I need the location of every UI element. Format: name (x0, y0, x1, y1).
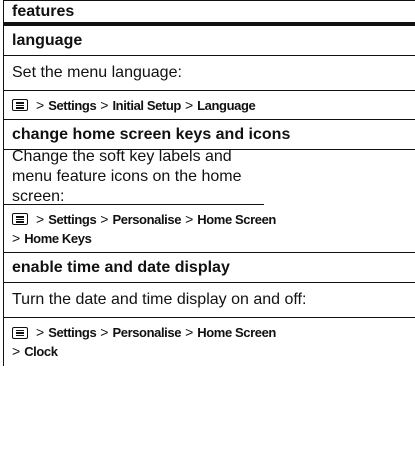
menu-key-icon (12, 213, 28, 225)
table-header-title: features (12, 2, 75, 20)
path-separator: > (184, 96, 194, 113)
features-table: features language Set the menu language:… (3, 0, 415, 366)
path-step: Language (197, 97, 256, 113)
path-separator: > (185, 324, 194, 340)
path-separator: > (36, 324, 45, 340)
path-separator: > (100, 324, 109, 340)
path-separator: > (185, 210, 194, 227)
path-separator: > (36, 96, 45, 113)
path-step: Personalise (112, 325, 182, 340)
path-step: Settings (48, 97, 97, 113)
feature-description: Change the soft key labels and menu feat… (12, 148, 242, 205)
feature-title-row: change home screen keys and icons (4, 120, 415, 150)
feature-description-row: Change the soft key labels and menu feat… (4, 148, 264, 205)
table-header: features (4, 0, 415, 26)
path-step: Home Screen (197, 325, 276, 340)
path-separator: > (12, 229, 21, 246)
feature-path-row: > Settings > Personalise > Home Screen >… (4, 205, 415, 253)
feature-title: language (12, 31, 83, 49)
path-step: Personalise (112, 211, 182, 227)
path-step: Home Keys (24, 230, 92, 246)
path-separator: > (100, 210, 109, 227)
menu-key-icon (12, 99, 28, 111)
feature-path-row: > Settings > Initial Setup > Language (4, 91, 415, 120)
menu-path-continued: > Home Keys (12, 229, 415, 248)
menu-path: > Settings > Initial Setup > Language (12, 96, 415, 115)
path-separator: > (12, 343, 21, 359)
path-step: Clock (24, 344, 58, 359)
feature-title: change home screen keys and icons (12, 125, 291, 143)
feature-description-row: Turn the date and time display on and of… (4, 283, 415, 318)
path-step: Home Screen (197, 211, 276, 227)
path-separator: > (100, 96, 109, 113)
path-step: Settings (48, 211, 97, 227)
feature-title-row: language (4, 26, 415, 56)
feature-path-row: > Settings > Personalise > Home Screen >… (4, 318, 415, 366)
menu-path: > Settings > Personalise > Home Screen (12, 323, 415, 342)
path-separator: > (36, 210, 45, 227)
feature-title-row: enable time and date display (4, 253, 415, 283)
menu-path: > Settings > Personalise > Home Screen (12, 210, 415, 229)
menu-path-continued: > Clock (12, 342, 415, 361)
path-step: Settings (48, 325, 97, 340)
feature-description: Set the menu language: (12, 64, 182, 81)
feature-description-row: Set the menu language: (4, 56, 415, 91)
feature-title: enable time and date display (12, 258, 230, 276)
feature-description: Turn the date and time display on and of… (12, 291, 307, 308)
menu-key-icon (12, 326, 28, 339)
path-step: Initial Setup (112, 97, 181, 113)
